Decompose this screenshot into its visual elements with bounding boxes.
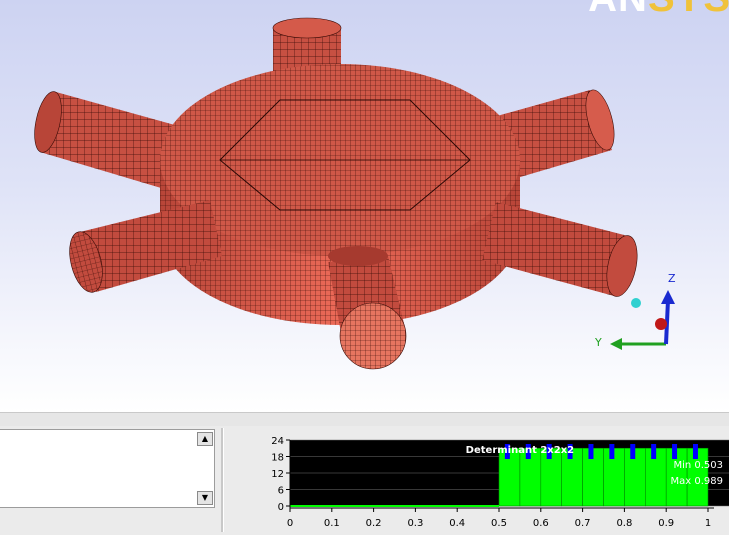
y-tick-label: 18	[271, 453, 284, 464]
mesh-model[interactable]: Z Y	[0, 0, 729, 412]
bottom-panel: ▲ ▼ 0 6 12 18 24 0 0.1 0.2 0.3 0.4 0.5 0.6 0.7 0.8 0.9…	[0, 426, 729, 535]
y-tick-label: 0	[278, 502, 284, 513]
y-tick-label: 12	[271, 469, 284, 480]
x-tick-label: 0.3	[407, 518, 423, 529]
message-window[interactable]: ▲ ▼	[0, 429, 215, 508]
histogram-marker	[609, 444, 615, 459]
x-tick-label: 0.9	[658, 518, 674, 529]
histogram-marker	[588, 444, 594, 459]
y-tick-label: 24	[271, 436, 284, 447]
x-tick-label: 0.7	[575, 518, 591, 529]
histogram-marker	[692, 444, 698, 459]
quality-histogram: 0 6 12 18 24 0 0.1 0.2 0.3 0.4 0.5 0.6 0.7 0.8 0.9 1 De…	[271, 436, 729, 529]
histogram-marker	[630, 444, 636, 459]
scroll-down-button[interactable]: ▼	[197, 491, 213, 505]
histogram-marker	[672, 444, 678, 459]
histogram-marker	[651, 444, 657, 459]
x-tick-label: 0.2	[366, 518, 382, 529]
y-tick-label: 6	[278, 486, 284, 497]
panel-splitter[interactable]	[0, 412, 729, 427]
histogram-min-label: Min 0.503	[673, 460, 723, 471]
x-tick-label: 1	[705, 518, 711, 529]
triad-y-label: Y	[594, 336, 602, 349]
x-tick-label: 0.4	[449, 518, 465, 529]
pipe-front-right	[482, 202, 638, 297]
scroll-up-button[interactable]: ▲	[197, 432, 213, 446]
histogram-max-label: Max 0.989	[671, 476, 723, 487]
x-tick-label: 0.8	[616, 518, 632, 529]
panel-separator	[221, 428, 224, 532]
histogram-title: Determinant 2x2x2	[466, 445, 574, 456]
ansys-logo: ANSYS	[588, 0, 729, 18]
x-tick-label: 0.5	[491, 518, 507, 529]
x-tick-label: 0	[287, 518, 293, 529]
x-tick-label: 0.6	[533, 518, 549, 529]
triad-z-label: Z	[668, 272, 676, 285]
graphics-viewport[interactable]: ANSYS	[0, 0, 729, 412]
x-tick-label: 0.1	[324, 518, 340, 529]
